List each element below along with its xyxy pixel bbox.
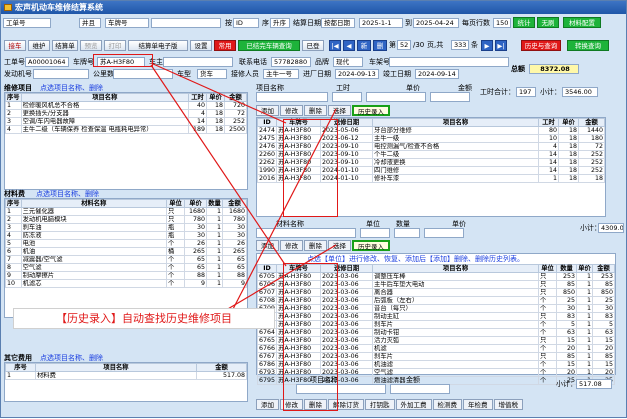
history-annotation: 【历史录入】自动查找历史维修项目 <box>13 308 275 329</box>
main-window: 宏声机动车维修结算系统 工单号 并且 车牌号 按 ID 序 升序 结算日期 按都… <box>0 0 627 418</box>
annotation-arrows <box>150 62 337 314</box>
